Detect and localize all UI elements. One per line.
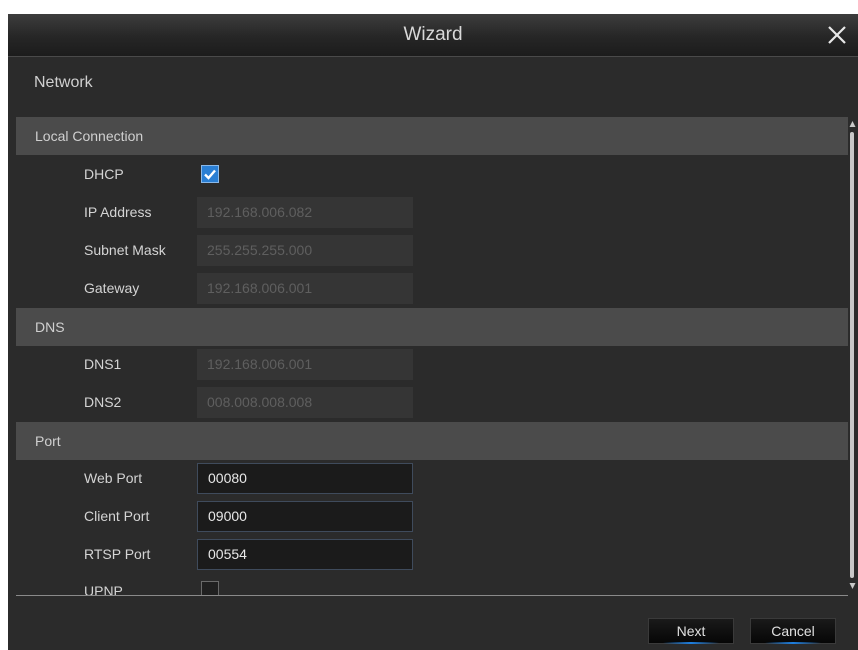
wizard-dialog: Wizard Network Local Connection DHCP IP … [8, 14, 858, 650]
dns2-label: DNS2 [84, 394, 122, 410]
group-title: Local Connection [35, 128, 144, 144]
upnp-label: UPNP [84, 583, 123, 595]
dhcp-checkbox[interactable] [201, 165, 219, 183]
group-header-port: Port [16, 422, 848, 460]
dns1-label: DNS1 [84, 356, 122, 372]
divider [16, 595, 848, 596]
ip-address-field[interactable]: 192.168.006.082 [197, 197, 413, 228]
settings-panel: Local Connection DHCP IP Address 192.168… [16, 117, 848, 595]
scrollbar-thumb[interactable] [850, 132, 854, 578]
subnet-mask-field[interactable]: 255.255.255.000 [197, 235, 413, 266]
group-title: DNS [35, 319, 65, 335]
vertical-scrollbar[interactable] [849, 118, 856, 592]
client-port-label: Client Port [84, 508, 150, 524]
rtsp-port-label: RTSP Port [84, 546, 151, 562]
group-title: Port [35, 433, 61, 449]
cancel-button[interactable]: Cancel [750, 618, 836, 644]
group-header-local-connection: Local Connection [16, 117, 848, 155]
window-title: Wizard [403, 24, 463, 45]
close-icon [828, 26, 846, 44]
group-header-dns: DNS [16, 308, 848, 346]
title-bar: Wizard [8, 14, 858, 57]
dns2-field[interactable]: 008.008.008.008 [197, 387, 413, 418]
upnp-checkbox[interactable] [201, 581, 219, 595]
web-port-label: Web Port [84, 470, 143, 486]
gateway-field[interactable]: 192.168.006.001 [197, 273, 413, 304]
section-heading: Network [34, 74, 93, 91]
scroll-down-arrow-icon[interactable] [849, 582, 856, 590]
scroll-up-arrow-icon[interactable] [849, 120, 856, 128]
dns1-field[interactable]: 192.168.006.001 [197, 349, 413, 380]
rtsp-port-input[interactable]: 00554 [197, 539, 413, 570]
client-port-input[interactable]: 09000 [197, 501, 413, 532]
next-button[interactable]: Next [648, 618, 734, 644]
subnet-mask-label: Subnet Mask [84, 242, 166, 258]
close-button[interactable] [820, 18, 854, 52]
ip-address-label: IP Address [84, 204, 152, 220]
gateway-label: Gateway [84, 280, 140, 296]
dhcp-label: DHCP [84, 166, 124, 182]
checkmark-icon [204, 169, 216, 180]
web-port-input[interactable]: 00080 [197, 463, 413, 494]
